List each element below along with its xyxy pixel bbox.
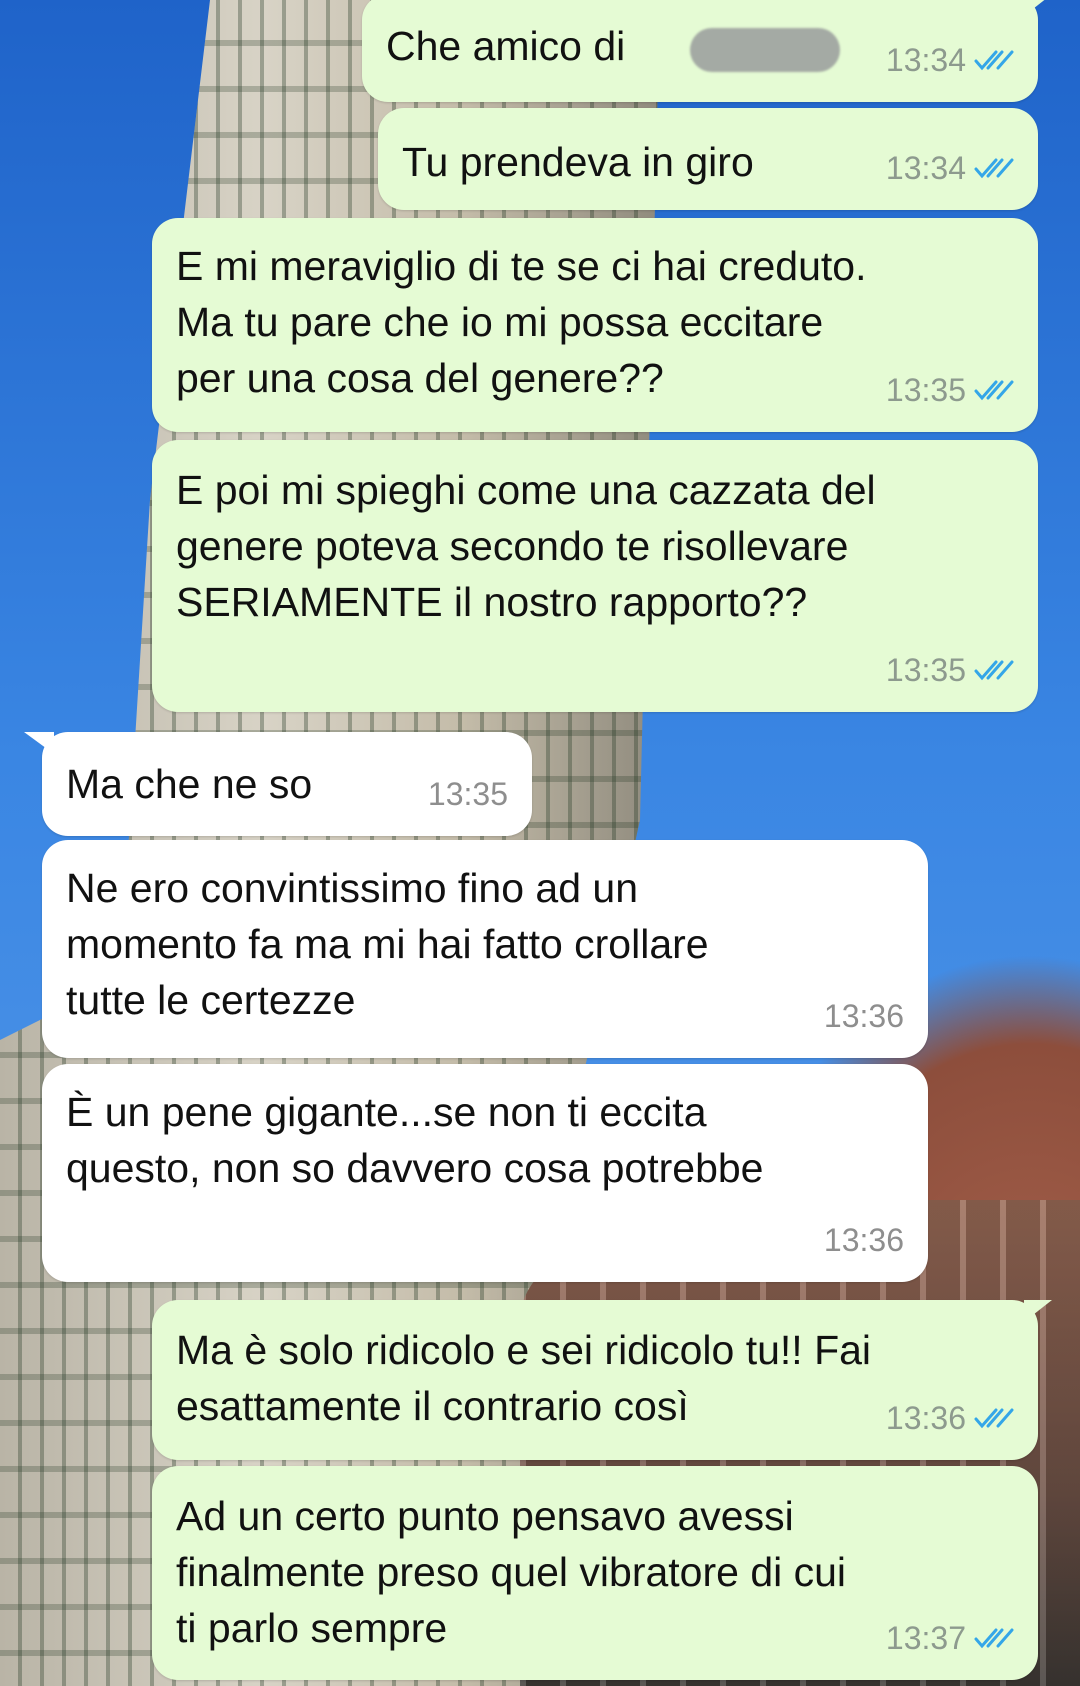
- message-meta: 13:35: [886, 642, 1014, 698]
- outgoing-message[interactable]: Che amico di 13:34: [362, 0, 1052, 102]
- double-check-icon: [974, 48, 1014, 72]
- message-text: Ne ero convintissimo fino ad un momento …: [66, 865, 709, 1023]
- message-time: 13:34: [885, 42, 966, 78]
- message-meta: 13:37: [886, 1610, 1014, 1666]
- incoming-message[interactable]: È un pene gigante...se non ti eccita que…: [42, 1064, 928, 1282]
- incoming-message[interactable]: Ne ero convintissimo fino ad un momento …: [42, 840, 928, 1058]
- message-meta: 13:35: [886, 362, 1014, 418]
- message-time: 13:36: [823, 998, 904, 1034]
- message-time: 13:34: [885, 150, 966, 186]
- message-meta: 13:36: [824, 1212, 904, 1268]
- message-meta: 13:36: [824, 988, 904, 1044]
- incoming-message[interactable]: Ma che ne so 13:35: [24, 732, 532, 836]
- outgoing-message[interactable]: Ad un certo punto pensavo avessi finalme…: [152, 1466, 1038, 1680]
- message-meta: 13:36: [886, 1390, 1014, 1446]
- message-text: È un pene gigante...se non ti eccita que…: [66, 1089, 764, 1191]
- double-check-icon: [974, 658, 1014, 682]
- message-time: 13:35: [885, 652, 966, 688]
- outgoing-message[interactable]: E poi mi spieghi come una cazzata del ge…: [152, 440, 1038, 712]
- message-time: 13:35: [427, 776, 508, 812]
- message-meta: 13:34: [886, 140, 1014, 196]
- message-text: E poi mi spieghi come una cazzata del ge…: [176, 467, 876, 625]
- double-check-icon: [974, 156, 1014, 180]
- message-meta: 13:34: [886, 32, 1014, 88]
- double-check-icon: [974, 378, 1014, 402]
- message-time: 13:36: [823, 1222, 904, 1258]
- message-time: 13:37: [885, 1620, 966, 1656]
- message-meta: 13:35: [428, 766, 508, 822]
- message-time: 13:36: [885, 1400, 966, 1436]
- outgoing-message[interactable]: Ma è solo ridicolo e sei ridicolo tu!! F…: [152, 1300, 1052, 1460]
- message-time: 13:35: [885, 372, 966, 408]
- redacted-name: [690, 28, 840, 72]
- double-check-icon: [974, 1406, 1014, 1430]
- outgoing-message[interactable]: Tu prendeva in giro 13:34: [378, 108, 1038, 210]
- outgoing-message[interactable]: E mi meraviglio di te se ci hai creduto.…: [152, 218, 1038, 432]
- double-check-icon: [974, 1626, 1014, 1650]
